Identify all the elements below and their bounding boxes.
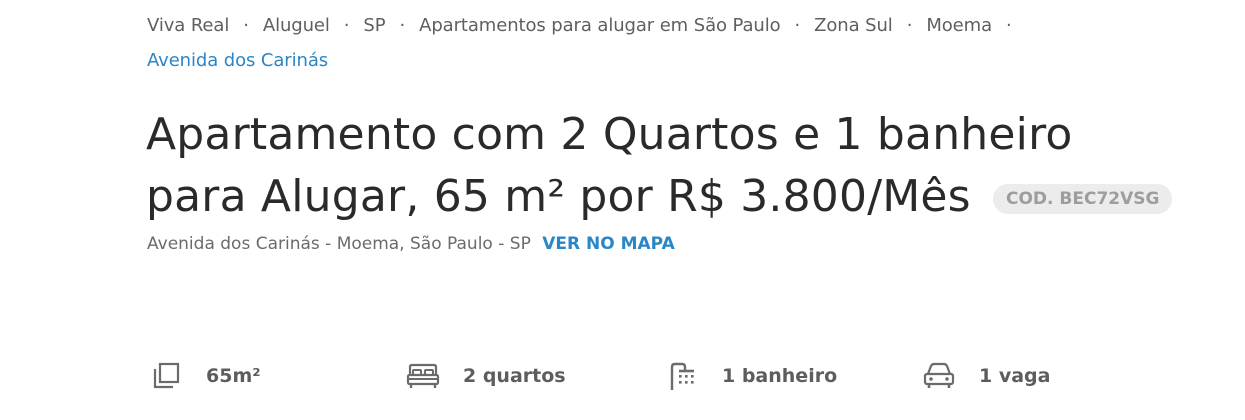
area-icon bbox=[148, 358, 184, 394]
shower-icon bbox=[664, 358, 700, 394]
car-icon bbox=[921, 358, 957, 394]
bed-icon bbox=[405, 358, 441, 394]
breadcrumb-item-aluguel[interactable]: Aluguel bbox=[263, 15, 330, 36]
listing-title: Apartamento com 2 Quartos e 1 banheiro p… bbox=[146, 104, 1073, 228]
breadcrumb-separator: · bbox=[906, 15, 913, 36]
breadcrumb-item-viva-real[interactable]: Viva Real bbox=[147, 15, 229, 36]
breadcrumb-separator: · bbox=[794, 15, 801, 36]
breadcrumb-item-current[interactable]: Avenida dos Carinás bbox=[147, 50, 328, 71]
breadcrumb-separator: · bbox=[1006, 15, 1012, 36]
feature-parking-label: 1 vaga bbox=[979, 365, 1051, 387]
feature-bathrooms-label: 1 banheiro bbox=[722, 365, 838, 387]
listing-title-line-2: para Alugar, 65 m² por R$ 3.800/Mês bbox=[146, 171, 971, 222]
breadcrumb-item-sp[interactable]: SP bbox=[363, 15, 385, 36]
breadcrumb-item-zona-sul[interactable]: Zona Sul bbox=[814, 15, 893, 36]
listing-address: Avenida dos Carinás - Moema, São Paulo -… bbox=[147, 234, 531, 254]
breadcrumb-separator: · bbox=[343, 15, 350, 36]
listing-header: Viva Real · Aluguel · SP · Apartamentos para a… bbox=[0, 0, 1245, 420]
features-bar: 65m² 2 quartos 1 banheiro 1 vaga bbox=[0, 356, 1245, 396]
breadcrumb-item-moema[interactable]: Moema bbox=[926, 15, 992, 36]
feature-parking: 1 vaga bbox=[921, 356, 1050, 396]
feature-bedrooms-label: 2 quartos bbox=[463, 365, 566, 387]
address-line: Avenida dos Carinás - Moema, São Paulo -… bbox=[147, 230, 675, 258]
listing-title-line-1: Apartamento com 2 Quartos e 1 banheiro bbox=[146, 109, 1073, 160]
breadcrumb-separator: · bbox=[243, 15, 249, 36]
breadcrumb-item-apartamentos[interactable]: Apartamentos para alugar em São Paulo bbox=[419, 15, 780, 36]
feature-bathrooms: 1 banheiro bbox=[664, 356, 837, 396]
listing-code-badge: COD. BEC72VSG bbox=[993, 184, 1173, 214]
breadcrumb: Viva Real · Aluguel · SP · Apartamentos para a… bbox=[147, 8, 1067, 78]
breadcrumb-separator: · bbox=[399, 15, 406, 36]
view-on-map-link[interactable]: VER NO MAPA bbox=[542, 234, 675, 254]
feature-area-label: 65m² bbox=[206, 365, 261, 387]
feature-area: 65m² bbox=[148, 356, 261, 396]
feature-bedrooms: 2 quartos bbox=[405, 356, 566, 396]
